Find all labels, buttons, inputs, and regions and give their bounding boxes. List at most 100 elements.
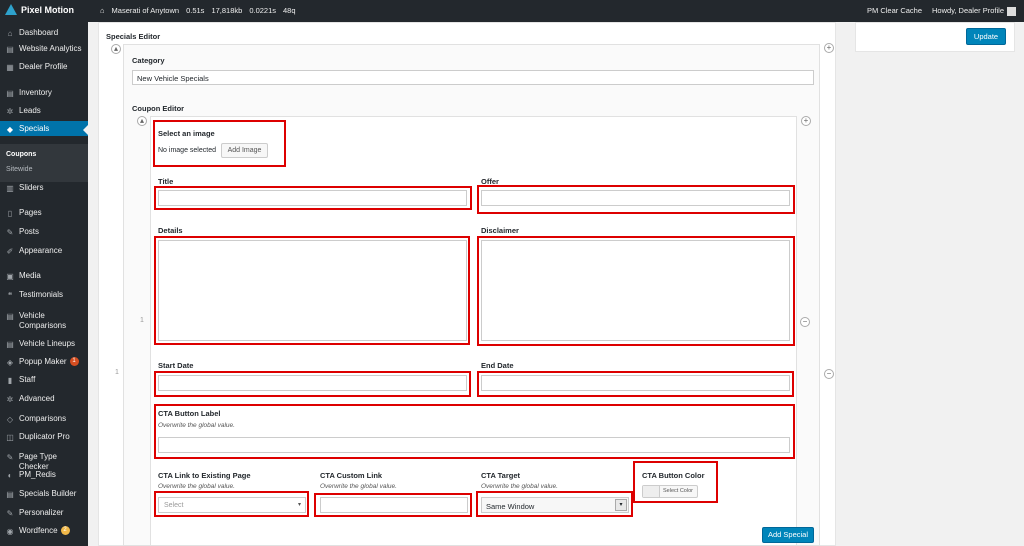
- submenu-sitewide[interactable]: Sitewide: [6, 166, 32, 173]
- clear-cache-link[interactable]: PM Clear Cache: [867, 6, 922, 15]
- dashboard-icon: ⌂: [7, 29, 13, 38]
- admin-bar: Pixel Motion ⌂ Maserati of Anytown 0.51s…: [0, 0, 1024, 22]
- sidebar-item-label: Dealer Profile: [19, 62, 68, 71]
- highlight-cta-label: [154, 404, 795, 459]
- sidebar-item-label: Sliders: [19, 183, 44, 192]
- sidebar-item-inventory[interactable]: ▤ Inventory: [0, 85, 88, 100]
- cta-link-label: CTA Link to Existing Page: [158, 471, 251, 480]
- stat-query-time: 0.0221s: [249, 6, 277, 15]
- sidebar-item-dealer-profile[interactable]: ▦ Dealer Profile: [0, 59, 88, 74]
- submenu-coupons[interactable]: Coupons: [6, 151, 36, 158]
- sidebar-item-label: Staff: [19, 375, 36, 384]
- sidebar-item-label: Vehicle Lineups: [19, 339, 76, 348]
- lineups-icon: ▤: [6, 340, 14, 349]
- specials-submenu: [0, 144, 88, 182]
- highlight-disclaimer: [477, 236, 795, 346]
- gear-icon: ✲: [6, 107, 14, 116]
- sidebar-item-duplicator-pro[interactable]: ◫ Duplicator Pro: [0, 429, 88, 444]
- sidebar-item-specials-builder[interactable]: ▤ Specials Builder: [0, 486, 88, 501]
- sidebar-item-pm-redis[interactable]: ◐ PM_Redis: [0, 467, 88, 482]
- sidebar-item-pages[interactable]: ▯ Pages: [0, 205, 88, 220]
- coupon-collapse-icon[interactable]: ▴: [137, 116, 147, 126]
- sliders-icon: ▥: [6, 184, 14, 193]
- sidebar-item-personalizer[interactable]: ✎ Personalizer: [0, 505, 88, 520]
- highlight-end-date: [477, 371, 794, 397]
- tools-icon: ✎: [6, 453, 14, 462]
- popup-icon: ◈: [6, 358, 14, 367]
- analytics-icon: ▤: [6, 45, 14, 54]
- sidebar-item-label: Personalizer: [19, 508, 64, 517]
- pin-icon: ✎: [6, 509, 14, 518]
- admin-sidebar: Coupons Sitewide ⌂ Dashboard ▤ Website Anal…: [0, 22, 88, 546]
- remove-coupon-row-button[interactable]: −: [800, 317, 810, 327]
- category-label: Category: [132, 56, 165, 65]
- sidebar-item-vehicle-comparisons[interactable]: ▤ Vehicle Comparisons: [0, 308, 88, 331]
- sidebar-item-dashboard[interactable]: ⌂ Dashboard: [0, 25, 88, 40]
- add-row-button[interactable]: +: [824, 43, 834, 53]
- sidebar-item-label: Wordfence: [19, 526, 58, 535]
- sidebar-item-appearance[interactable]: ✐ Appearance: [0, 243, 88, 258]
- compare-icon: ▤: [6, 312, 14, 321]
- sidebar-item-leads[interactable]: ✲ Leads: [0, 103, 88, 118]
- start-date-label: Start Date: [158, 361, 194, 370]
- inventory-icon: ▤: [6, 89, 14, 98]
- sidebar-item-vehicle-lineups[interactable]: ▤ Vehicle Lineups: [0, 336, 88, 351]
- tag-icon: ◆: [6, 125, 14, 134]
- media-icon: ▣: [6, 272, 14, 281]
- collapse-arrow-icon[interactable]: ▴: [111, 44, 121, 54]
- pin-icon: ✎: [6, 228, 14, 237]
- sidebar-item-staff[interactable]: ▮ Staff: [0, 372, 88, 387]
- sidebar-item-label: Inventory: [19, 88, 52, 97]
- highlight-cta-custom: [314, 493, 472, 517]
- sidebar-item-media[interactable]: ▣ Media: [0, 268, 88, 283]
- site-name[interactable]: Maserati of Anytown: [112, 6, 180, 15]
- avatar: [1007, 6, 1016, 16]
- sidebar-item-website-analytics[interactable]: ▤ Website Analytics: [0, 41, 88, 56]
- disclaimer-label: Disclaimer: [481, 226, 519, 235]
- pixel-motion-icon: [5, 4, 17, 15]
- sidebar-item-specials[interactable]: ◆ Specials: [0, 121, 88, 136]
- duplicate-icon: ◫: [6, 433, 14, 442]
- sidebar-item-label: Specials Builder: [19, 489, 77, 498]
- staff-icon: ▮: [7, 376, 13, 385]
- notification-badge: 2: [60, 526, 70, 535]
- end-date-label: End Date: [481, 361, 514, 370]
- sidebar-item-popup-maker[interactable]: ◈ Popup Maker 1: [0, 354, 88, 369]
- redis-icon: ◐: [7, 471, 13, 480]
- sidebar-item-label: Duplicator Pro: [19, 432, 70, 441]
- sidebar-item-label: Website Analytics: [19, 44, 82, 53]
- quote-icon: ❝: [7, 291, 13, 300]
- sidebar-item-wordfence[interactable]: ◉ Wordfence 2: [0, 523, 88, 538]
- sidebar-item-label: Dashboard: [19, 28, 59, 37]
- update-button[interactable]: Update: [966, 28, 1006, 45]
- sidebar-item-label: Specials: [19, 124, 50, 133]
- sidebar-item-comparisons[interactable]: ◇ Comparisons: [0, 411, 88, 426]
- highlight-offer: [477, 185, 795, 214]
- remove-row-button[interactable]: −: [824, 369, 834, 379]
- sidebar-item-label: Pages: [19, 208, 42, 217]
- stat-time: 0.51s: [186, 6, 205, 15]
- sidebar-item-testimonials[interactable]: ❝ Testimonials: [0, 287, 88, 302]
- brand-logo[interactable]: Pixel Motion: [5, 4, 74, 16]
- highlight-start-date: [154, 371, 471, 397]
- wordfence-icon: ◉: [6, 527, 14, 536]
- row-number: 1: [140, 317, 144, 324]
- sidebar-item-label: Appearance: [19, 246, 63, 255]
- sidebar-item-advanced[interactable]: ✲ Advanced: [0, 391, 88, 406]
- sidebar-item-posts[interactable]: ✎ Posts: [0, 224, 88, 239]
- pages-icon: ▯: [7, 209, 13, 218]
- highlight-title: [154, 186, 472, 210]
- specials-editor-heading: Specials Editor: [106, 32, 161, 41]
- add-coupon-row-button[interactable]: +: [801, 116, 811, 126]
- sidebar-item-label: PM_Redis: [19, 470, 56, 479]
- add-special-button[interactable]: Add Special: [762, 527, 814, 543]
- sidebar-item-label: Popup Maker: [19, 357, 67, 366]
- account-menu[interactable]: Howdy, Dealer Profile: [932, 6, 1016, 16]
- highlight-image: [153, 120, 286, 167]
- category-input[interactable]: New Vehicle Specials: [132, 70, 814, 85]
- title-label: Title: [158, 177, 174, 186]
- outer-row-number: 1: [115, 369, 119, 376]
- highlight-cta-color: [633, 461, 718, 503]
- sidebar-item-sliders[interactable]: ▥ Sliders: [0, 180, 88, 195]
- cta-custom-note: Overwrite the global value.: [320, 483, 397, 490]
